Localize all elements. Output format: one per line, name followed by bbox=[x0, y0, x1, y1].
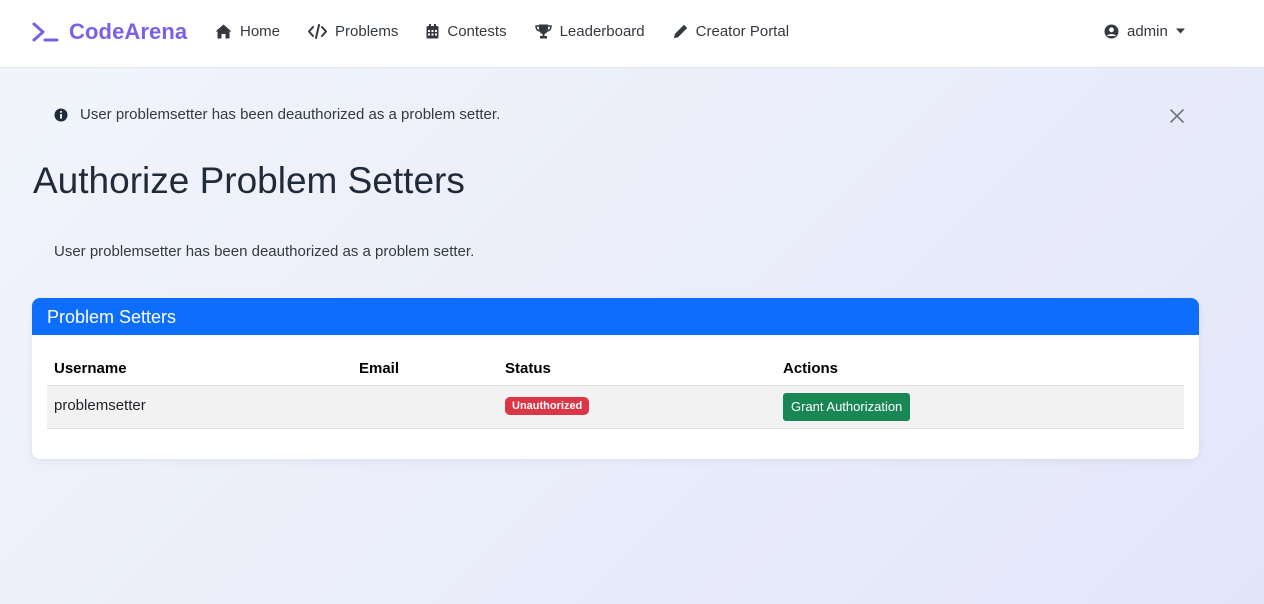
column-username: Username bbox=[54, 360, 127, 377]
calendar-icon bbox=[426, 23, 439, 38]
nav-link-leaderboard[interactable]: Leaderboard bbox=[534, 22, 645, 40]
close-icon[interactable] bbox=[1169, 108, 1185, 124]
code-icon bbox=[308, 23, 328, 39]
user-circle-icon bbox=[1104, 24, 1119, 38]
problem-setters-table: Username Email Status Actions problemset… bbox=[47, 350, 1184, 429]
nav-label-home: Home bbox=[240, 22, 281, 40]
card-header: Problem Setters bbox=[32, 298, 1199, 335]
nav-label-creator-portal: Creator Portal bbox=[695, 22, 790, 40]
cell-username: problemsetter bbox=[54, 397, 146, 414]
column-status: Status bbox=[505, 360, 551, 377]
info-circle-icon bbox=[54, 108, 68, 122]
column-email: Email bbox=[359, 360, 400, 377]
problem-setters-card: Problem Setters Username Email Status Ac… bbox=[32, 298, 1199, 459]
home-icon bbox=[215, 24, 232, 38]
nav-link-home[interactable]: Home bbox=[215, 23, 280, 40]
brand[interactable]: CodeArena bbox=[31, 17, 187, 47]
page-title: Authorize Problem Setters bbox=[33, 160, 465, 201]
nav-link-problems[interactable]: Problems bbox=[308, 23, 398, 40]
nav-links: Home Problems Contests Leaderboard Creat… bbox=[215, 20, 817, 42]
user-menu[interactable]: admin bbox=[1104, 20, 1185, 42]
status-badge: Unauthorized bbox=[505, 397, 590, 415]
nav-label-problems: Problems bbox=[335, 22, 399, 40]
nav-link-contests[interactable]: Contests bbox=[426, 22, 507, 40]
navbar: CodeArena Home Problems Contests Leaderb… bbox=[0, 0, 1264, 68]
alert-text: User problemsetter has been deauthorized… bbox=[80, 106, 501, 123]
user-name: admin bbox=[1127, 22, 1168, 40]
status-message: User problemsetter has been deauthorized… bbox=[54, 243, 475, 260]
trophy-icon bbox=[534, 24, 552, 38]
grant-authorization-button[interactable]: Grant Authorization bbox=[783, 393, 911, 421]
brand-name: CodeArena bbox=[69, 19, 188, 44]
caret-down-icon bbox=[1175, 28, 1185, 34]
nav-label-leaderboard: Leaderboard bbox=[559, 22, 645, 40]
table-header: Username Email Status Actions bbox=[47, 350, 1184, 386]
terminal-icon bbox=[32, 22, 59, 42]
nav-label-contests: Contests bbox=[447, 22, 507, 40]
table-row: problemsetter Unauthorized Grant Authori… bbox=[47, 386, 1184, 429]
column-actions: Actions bbox=[783, 360, 839, 377]
nav-link-creator-portal[interactable]: Creator Portal bbox=[673, 23, 789, 40]
alert-info: User problemsetter has been deauthorized… bbox=[32, 86, 1199, 144]
pencil-icon bbox=[673, 24, 687, 38]
